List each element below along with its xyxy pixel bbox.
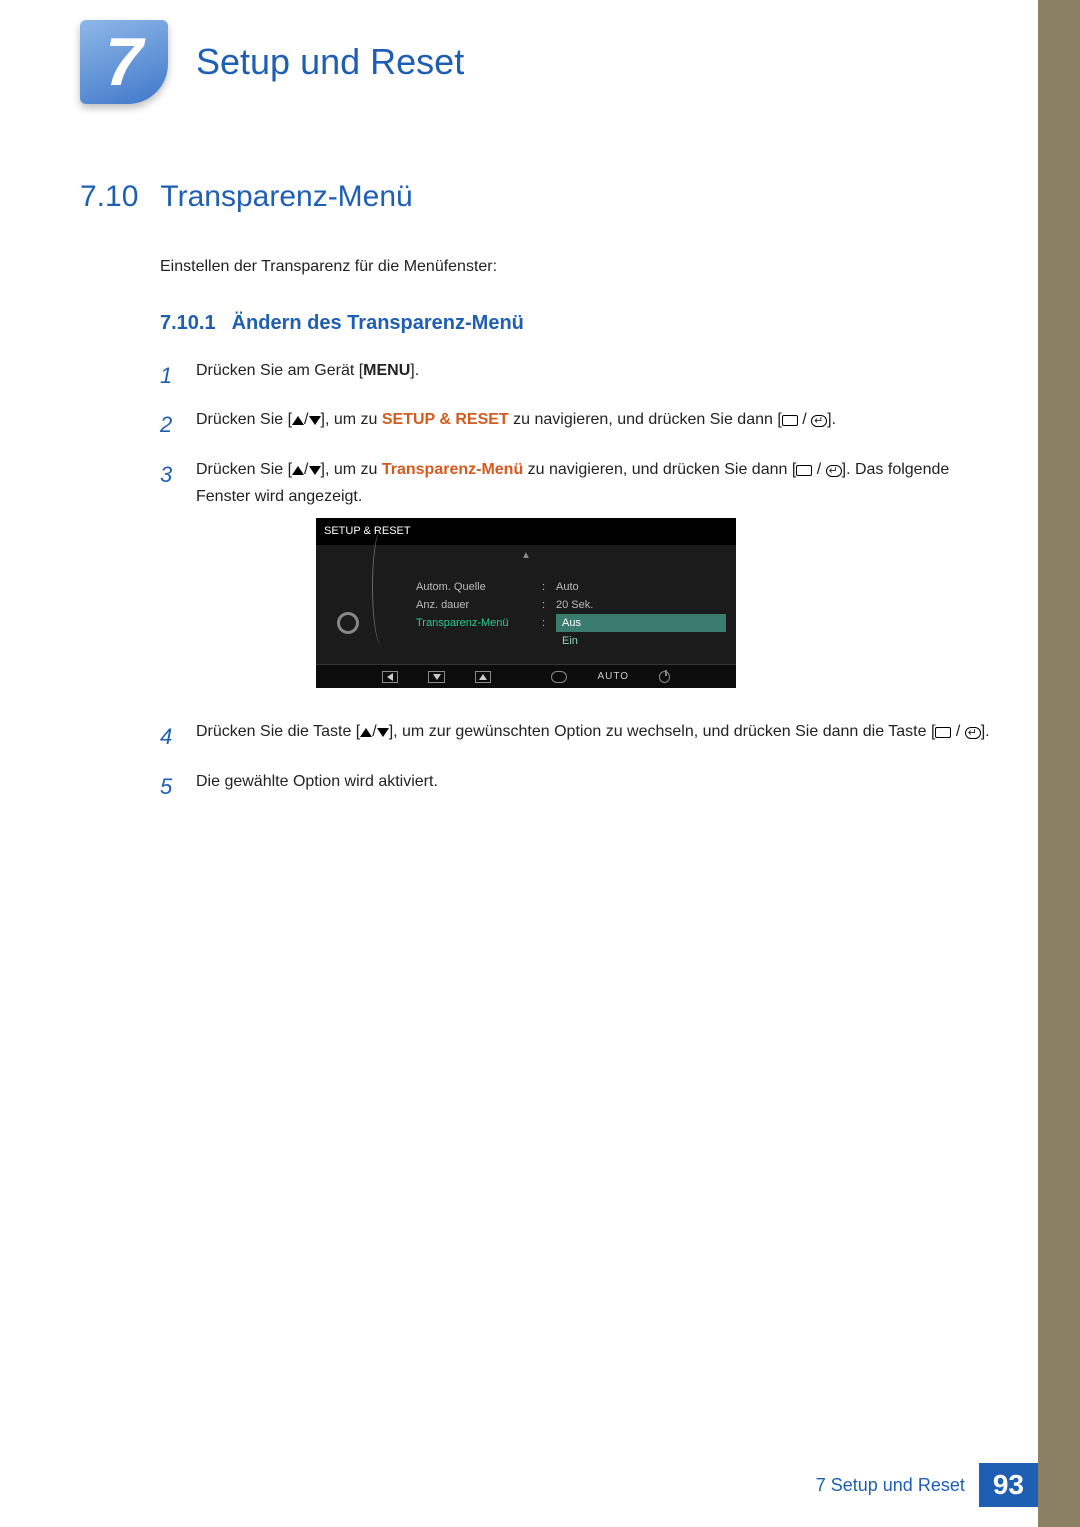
osd-footer-bar: AUTO — [316, 664, 736, 688]
keyword-transparenz-menu: Transparenz-Menü — [382, 461, 523, 478]
colon: : — [542, 596, 550, 615]
osd-arc-decoration — [372, 528, 412, 646]
osd-selected-option: Aus — [556, 614, 726, 633]
step-list: 1 Drücken Sie am Gerät [MENU]. 2 Drücken… — [160, 357, 1000, 805]
text: Drücken Sie die Taste [ — [196, 723, 360, 740]
colon: : — [542, 614, 550, 633]
subsection-number: 7.10.1 — [160, 312, 216, 335]
osd-label: Anz. dauer — [416, 596, 536, 615]
chapter-number-badge: 7 — [80, 20, 168, 104]
footer-page-number: 93 — [979, 1463, 1038, 1507]
text: Drücken Sie [ — [196, 461, 292, 478]
osd-row-anz-dauer: Anz. dauer : 20 Sek. — [416, 596, 726, 614]
down-arrow-icon — [309, 466, 321, 475]
osd-value: 20 Sek. — [556, 596, 593, 615]
text: ]. — [981, 723, 990, 740]
osd-power-icon — [659, 671, 670, 683]
osd-row-option-ein: Ein — [416, 632, 726, 650]
text: Drücken Sie am Gerät [ — [196, 362, 363, 379]
enter-icon — [965, 727, 981, 739]
subsection-heading: 7.10.1 Ändern des Transparenz-Menü — [160, 312, 1000, 335]
chapter-title: Setup und Reset — [196, 41, 464, 83]
text: ]. — [410, 362, 419, 379]
text: ]. — [827, 411, 836, 428]
right-sidebar — [1038, 0, 1080, 1527]
step-number: 2 — [160, 406, 178, 443]
text: ], um zur gewünschten Option zu wechseln… — [389, 723, 936, 740]
osd-nav-left-icon — [382, 671, 398, 683]
gear-icon — [337, 612, 359, 634]
subsection-title: Ändern des Transparenz-Menü — [232, 312, 524, 335]
text: zu navigieren, und drücken Sie dann [ — [509, 411, 782, 428]
osd-label-highlighted: Transparenz-Menü — [416, 614, 536, 633]
enter-icon — [826, 465, 842, 477]
keyword-setup-reset: SETUP & RESET — [382, 411, 509, 428]
step-number: 3 — [160, 456, 178, 706]
text: Drücken Sie [ — [196, 411, 292, 428]
section-heading: 7.10 Transparenz-Menü — [80, 180, 1000, 214]
step-body: Die gewählte Option wird aktiviert. — [196, 768, 1000, 805]
step-3: 3 Drücken Sie [/], um zu Transparenz-Men… — [160, 456, 1000, 706]
step-4: 4 Drücken Sie die Taste [/], um zur gewü… — [160, 718, 1000, 755]
page-content: 7.10 Transparenz-Menü Einstellen der Tra… — [80, 180, 1000, 817]
text: zu navigieren, und drücken Sie dann [ — [523, 461, 796, 478]
section-number: 7.10 — [80, 180, 138, 214]
osd-row-transparenz-menu: Transparenz-Menü : Aus — [416, 614, 726, 632]
osd-enter-icon — [551, 671, 567, 683]
down-arrow-icon — [377, 728, 389, 737]
section-intro-text: Einstellen der Transparenz für die Menüf… — [160, 258, 1000, 276]
step-5: 5 Die gewählte Option wird aktiviert. — [160, 768, 1000, 805]
section-title: Transparenz-Menü — [160, 180, 412, 214]
colon: : — [542, 578, 550, 597]
source-icon — [935, 727, 951, 738]
step-body: Drücken Sie am Gerät [MENU]. — [196, 357, 1000, 394]
enter-icon — [811, 415, 827, 427]
osd-screenshot: SETUP & RESET ▲ Autom. Quelle : Auto — [316, 518, 736, 688]
text: ], um zu — [321, 411, 382, 428]
step-body: Drücken Sie [/], um zu Transparenz-Menü … — [196, 456, 1000, 706]
text: ], um zu — [321, 461, 382, 478]
step-number: 5 — [160, 768, 178, 805]
step-body: Drücken Sie [/], um zu SETUP & RESET zu … — [196, 406, 1000, 443]
up-arrow-icon — [292, 416, 304, 425]
step-number: 1 — [160, 357, 178, 394]
osd-option: Ein — [556, 632, 584, 651]
osd-nav-up-icon — [475, 671, 491, 683]
step-2: 2 Drücken Sie [/], um zu SETUP & RESET z… — [160, 406, 1000, 443]
source-icon — [796, 465, 812, 476]
page-footer: 7 Setup und Reset 93 — [816, 1463, 1038, 1507]
chapter-header: 7 Setup und Reset — [80, 20, 464, 104]
osd-auto-label: AUTO — [597, 668, 629, 685]
text: Die gewählte Option wird aktiviert. — [196, 773, 438, 790]
osd-row-autom-quelle: Autom. Quelle : Auto — [416, 578, 726, 596]
step-body: Drücken Sie die Taste [/], um zur gewüns… — [196, 718, 1000, 755]
up-arrow-icon — [360, 728, 372, 737]
menu-button-label: MENU — [363, 362, 410, 379]
source-icon — [782, 415, 798, 426]
osd-label: Autom. Quelle — [416, 578, 536, 597]
step-1: 1 Drücken Sie am Gerät [MENU]. — [160, 357, 1000, 394]
up-arrow-icon — [292, 466, 304, 475]
step-number: 4 — [160, 718, 178, 755]
osd-value: Auto — [556, 578, 579, 597]
osd-nav-down-icon — [428, 671, 444, 683]
footer-chapter-text: 7 Setup und Reset — [816, 1475, 965, 1496]
down-arrow-icon — [309, 416, 321, 425]
